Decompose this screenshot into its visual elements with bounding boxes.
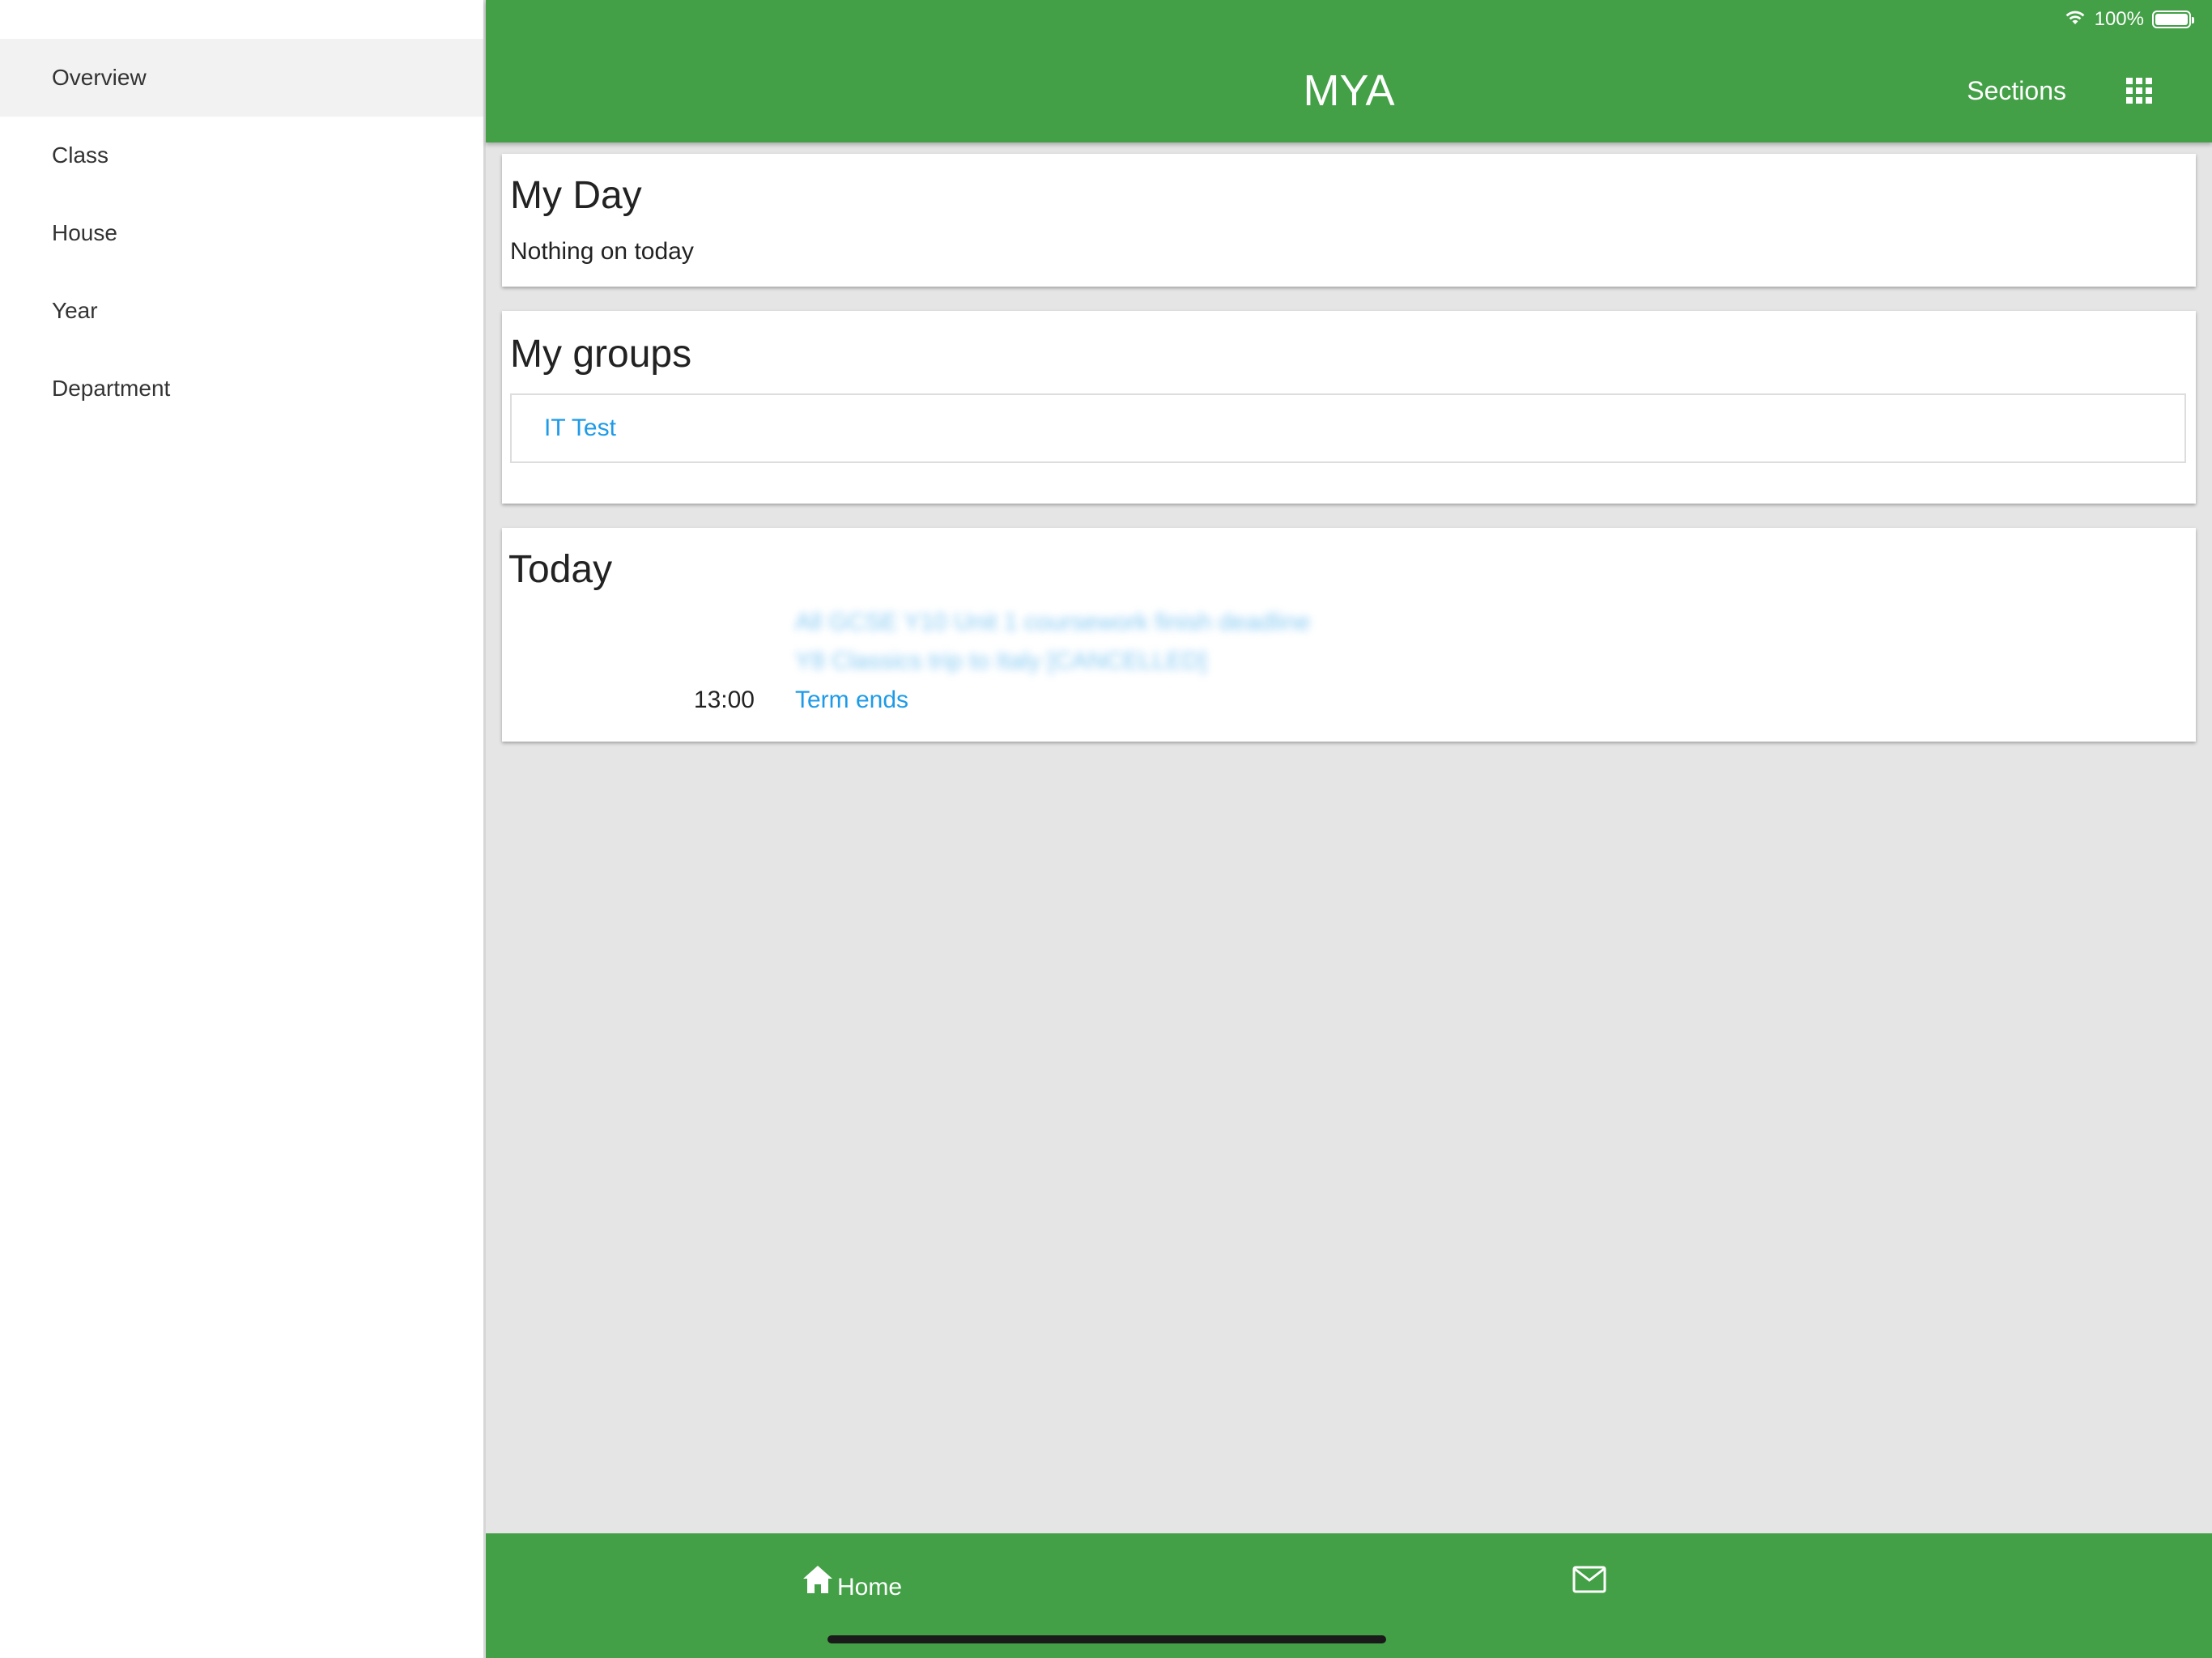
sidebar-item-year[interactable]: Year xyxy=(0,272,483,350)
wifi-icon xyxy=(2064,8,2087,32)
sidebar-list: Overview Class House Year Department xyxy=(0,39,483,427)
tab-home[interactable]: Home xyxy=(802,1564,902,1601)
sidebar-item-class[interactable]: Class xyxy=(0,117,483,194)
today-card: Today All GCSE Y10 Unit 1 coursework fin… xyxy=(502,528,2196,742)
event-row: All GCSE Y10 Unit 1 coursework finish de… xyxy=(502,609,2196,644)
event-title-link[interactable]: Y8 Classics trip to Italy [CANCELLED] xyxy=(795,648,1207,675)
my-groups-title: My groups xyxy=(510,333,692,376)
tab-home-label: Home xyxy=(837,1574,903,1601)
my-day-empty-text: Nothing on today xyxy=(510,238,694,265)
sidebar-item-label: Overview xyxy=(52,65,147,90)
group-item-label: IT Test xyxy=(544,414,616,441)
event-title-link[interactable]: All GCSE Y10 Unit 1 coursework finish de… xyxy=(795,609,1310,636)
my-day-card: My Day Nothing on today xyxy=(502,154,2196,287)
sidebar-item-label: Department xyxy=(52,376,171,401)
bottom-tab-bar: Home xyxy=(486,1533,2212,1658)
sidebar-item-house[interactable]: House xyxy=(0,194,483,272)
grid-icon[interactable] xyxy=(2125,76,2154,105)
sidebar-item-department[interactable]: Department xyxy=(0,350,483,427)
event-title-link[interactable]: Term ends xyxy=(795,687,908,714)
sidebar-item-label: House xyxy=(52,220,117,245)
group-item-it-test[interactable]: IT Test xyxy=(512,395,2184,461)
today-title: Today xyxy=(508,548,613,591)
event-row: Y8 Classics trip to Italy [CANCELLED] xyxy=(502,648,2196,683)
app-header: 100% MYA Sections xyxy=(486,0,2212,142)
page-title: MYA xyxy=(1303,66,1395,115)
status-bar: 100% xyxy=(2064,6,2194,32)
sidebar: Overview Class House Year Department xyxy=(0,0,486,1658)
main-content: 100% MYA Sections My Day Nothing on toda… xyxy=(486,0,2212,1658)
sidebar-item-label: Class xyxy=(52,142,109,168)
battery-percentage: 100% xyxy=(2094,8,2144,30)
mail-icon[interactable] xyxy=(1572,1566,1606,1593)
home-icon xyxy=(802,1564,834,1601)
home-indicator xyxy=(827,1635,1386,1643)
event-time: 13:00 xyxy=(693,687,755,713)
my-day-title: My Day xyxy=(510,174,642,217)
my-groups-card: My groups IT Test xyxy=(502,311,2196,504)
event-row: 13:00 Term ends xyxy=(502,687,2196,722)
groups-list: IT Test xyxy=(510,393,2186,463)
battery-icon xyxy=(2152,11,2194,28)
sections-button[interactable]: Sections xyxy=(1967,74,2066,107)
sidebar-item-overview[interactable]: Overview xyxy=(0,39,483,117)
sidebar-item-label: Year xyxy=(52,298,98,323)
